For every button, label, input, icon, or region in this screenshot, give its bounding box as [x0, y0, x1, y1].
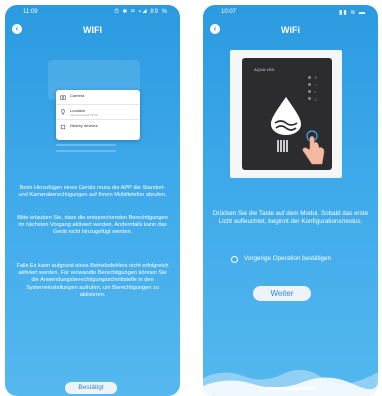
page-title: WiFi: [281, 25, 300, 35]
permission-item-nearby-devices: Nearby devices: [56, 120, 140, 134]
confirm-button[interactable]: Bestätigt: [65, 382, 117, 394]
status-time: 10:07: [221, 9, 237, 15]
phone-screen-wifi-setup: 10:07 ▮▮ ≋ ▬ ‹ WiFi AQUA·LED ≋ ☼ ◐ △ Drü…: [203, 5, 378, 396]
camera-icon: [60, 95, 66, 100]
status-led: ☼: [308, 82, 322, 89]
next-button[interactable]: Weiter: [253, 286, 311, 301]
permission-illustration: Camera Location Last accessed 15:00 Near…: [48, 60, 140, 160]
status-time: 11:09: [23, 9, 38, 15]
device-illustration-card: AQUA·LED ≋ ☼ ◐ △: [230, 50, 342, 178]
permission-request-text: Bitte erlauben Sie, dass die entsprechen…: [17, 215, 168, 236]
permission-sub-label: Last accessed 15:00: [70, 113, 98, 117]
status-bar: 11:09 ⏱ ✱ ✉ ▾◢ 89 %: [5, 5, 180, 19]
device-brand-label: AQUA·LED: [254, 67, 275, 72]
permission-info-text: Beim Hinzufügen eines Geräts muss die AP…: [18, 185, 167, 199]
radio-label: Vorgerige Operation bestätigen: [244, 255, 332, 262]
radio-button[interactable]: [231, 256, 238, 263]
permission-item-location: Location Last accessed 15:00: [56, 105, 140, 120]
permission-list-card: Camera Location Last accessed 15:00 Near…: [56, 90, 140, 140]
status-led: ≋: [308, 75, 322, 82]
home-indicator: [265, 387, 316, 390]
wave-decoration: [203, 369, 378, 396]
nearby-devices-icon: [60, 124, 66, 130]
wifi-module-image: AQUA·LED ≋ ☼ ◐ △: [242, 58, 332, 170]
location-icon: [61, 109, 65, 115]
phone-screen-permissions: 11:09 ⏱ ✱ ✉ ▾◢ 89 % ‹ WIFI Camera Locati…: [5, 5, 180, 396]
status-icons: ⏱ ✱ ✉ ▾◢ 89 %: [114, 9, 168, 15]
pointing-hand-icon: [302, 130, 325, 165]
permission-fallback-text: Falls Es kann aufgrund eines Betriebsfeh…: [16, 263, 169, 298]
permission-item-camera: Camera: [56, 90, 140, 105]
instruction-text: Drücken Sie die Taste auf dem Modul. Sob…: [212, 210, 369, 225]
status-icons: ▮▮ ≋ ▬: [339, 10, 366, 16]
page-title: WIFI: [83, 25, 102, 35]
status-bar: 10:07 ▮▮ ≋ ▬: [203, 5, 378, 19]
status-led-column: ≋ ☼ ◐ △: [308, 75, 322, 103]
status-led: ◐: [308, 89, 322, 96]
permission-label: Nearby devices: [70, 123, 98, 128]
qr-code-icon: [277, 140, 289, 152]
illustration-placeholder-lines: [56, 144, 116, 160]
permission-label: Camera: [70, 93, 85, 98]
status-led: △: [308, 96, 322, 103]
